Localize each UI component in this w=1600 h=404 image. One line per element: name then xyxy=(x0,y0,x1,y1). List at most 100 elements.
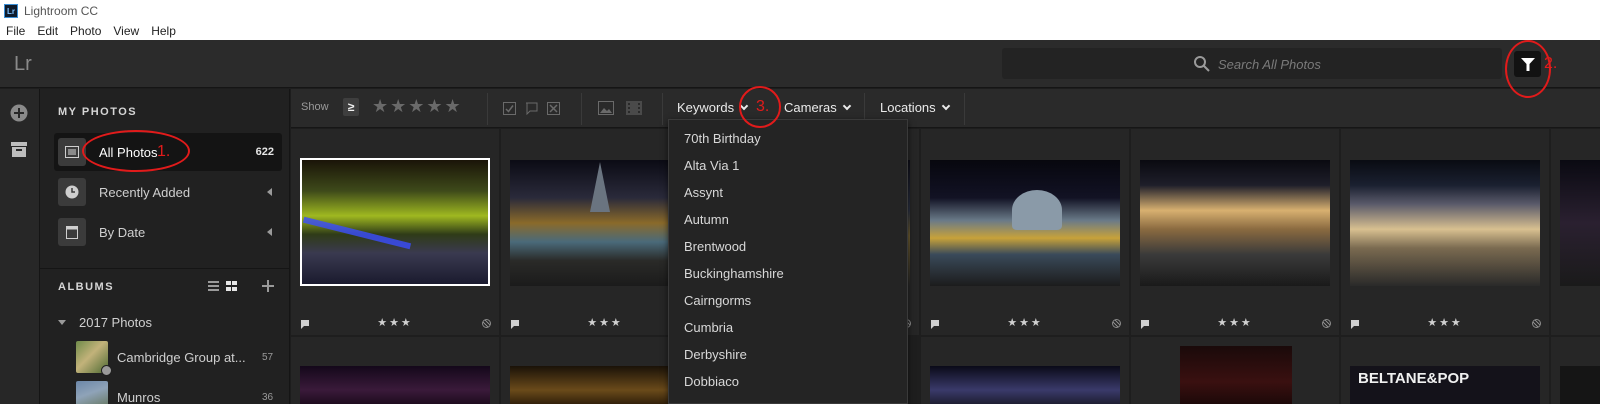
photo-cell[interactable] xyxy=(921,337,1129,404)
flag-picked-icon[interactable] xyxy=(503,102,516,115)
cameras-dropdown[interactable]: Cameras xyxy=(784,100,851,115)
album-count: 57 xyxy=(262,351,274,363)
photo-thumbnail[interactable] xyxy=(1350,160,1540,286)
lr-logo: Lr xyxy=(14,53,32,75)
keywords-menu: 70th Birthday Alta Via 1 Assynt Autumn B… xyxy=(668,119,908,404)
photo-rating[interactable]: ★★★ xyxy=(1341,316,1549,329)
left-rail xyxy=(0,89,40,404)
album-folder-label: 2017 Photos xyxy=(79,315,153,330)
rating-operator-button[interactable]: ≥ xyxy=(343,98,359,116)
photo-footer: ★★★ xyxy=(1131,313,1339,335)
photo-cell[interactable] xyxy=(1551,337,1600,404)
album-item-munros[interactable]: Munros 36 xyxy=(56,381,273,404)
flag-rejected-icon[interactable] xyxy=(547,102,560,115)
photo-footer: ★★★ xyxy=(921,313,1129,335)
sync-status-icon xyxy=(1532,319,1541,328)
photo-thumbnail[interactable] xyxy=(1560,160,1600,286)
filter-bar: Show ≥ ★★★★★ Keywords Cameras Locations xyxy=(291,89,1600,128)
album-thumbnail xyxy=(76,341,112,376)
window-title: Lightroom CC xyxy=(24,4,99,18)
expand-arrow-icon[interactable] xyxy=(267,228,272,236)
keyword-item[interactable]: Cairngorms xyxy=(684,293,751,308)
keyword-item[interactable]: Cumbria xyxy=(684,320,733,335)
my-photos-heading: MY PHOTOS xyxy=(58,106,138,118)
album-item-cambridge[interactable]: Cambridge Group at... 57 xyxy=(56,341,273,376)
annotation-label-3: 3. xyxy=(756,98,770,115)
annotation-ring-1 xyxy=(82,130,190,172)
photo-thumbnail[interactable] xyxy=(300,366,490,404)
keyword-item[interactable]: 70th Birthday xyxy=(684,131,761,146)
sidebar-item-label: Recently Added xyxy=(99,184,191,200)
photo-cell[interactable] xyxy=(291,337,499,404)
keywords-label: Keywords xyxy=(677,100,735,115)
photo-rating[interactable]: ★★★ xyxy=(1131,316,1339,329)
album-count: 36 xyxy=(262,391,274,403)
photo-cell[interactable] xyxy=(1551,129,1600,335)
cameras-label: Cameras xyxy=(784,100,837,115)
photo-cell[interactable]: ★★★ xyxy=(1341,129,1549,335)
photo-sign-text: BELTANE&POP xyxy=(1358,370,1470,387)
menu-view[interactable]: View xyxy=(113,24,139,38)
album-thumbnail xyxy=(76,381,108,404)
photo-thumbnail[interactable] xyxy=(930,366,1120,404)
keyword-item[interactable]: Brentwood xyxy=(684,239,746,254)
menu-photo[interactable]: Photo xyxy=(70,24,101,38)
photo-grid: ★★★ ★★★ ★★★ ★★★ ★★★ BELTANE&POP xyxy=(291,129,1600,404)
photo-thumbnail[interactable] xyxy=(1140,160,1330,286)
add-photos-icon[interactable] xyxy=(10,104,28,122)
grid-view-icon[interactable] xyxy=(226,281,237,291)
folder-caret-icon[interactable] xyxy=(58,320,66,325)
album-folder-2017[interactable]: 2017 Photos xyxy=(56,315,152,330)
video-type-icon[interactable] xyxy=(626,101,642,115)
sync-status-icon xyxy=(482,319,491,328)
show-label: Show xyxy=(301,101,329,113)
albums-heading: ALBUMS xyxy=(58,281,115,293)
flag-unflagged-icon[interactable] xyxy=(525,102,538,115)
divider xyxy=(581,93,582,125)
photo-thumbnail[interactable]: BELTANE&POP xyxy=(1350,366,1540,404)
menu-file[interactable]: File xyxy=(6,24,25,38)
rating-filter-stars[interactable]: ★★★★★ xyxy=(372,96,463,117)
lightroom-window: Lr Lightroom CC File Edit Photo View Hel… xyxy=(0,0,1600,404)
divider xyxy=(964,93,965,125)
keyword-item[interactable]: Alta Via 1 xyxy=(684,158,739,173)
keyword-item[interactable]: Buckinghamshire xyxy=(684,266,784,281)
photo-footer: ★★★ xyxy=(291,313,499,335)
calendar-icon xyxy=(58,218,86,246)
clock-icon xyxy=(58,178,86,206)
photo-cell[interactable] xyxy=(1131,337,1339,404)
photo-footer: ★★★ xyxy=(1341,313,1549,335)
locations-dropdown[interactable]: Locations xyxy=(880,100,950,115)
keyword-item[interactable]: Dobbiaco xyxy=(684,374,739,389)
photo-rating[interactable]: ★★★ xyxy=(291,316,499,329)
expand-arrow-icon[interactable] xyxy=(267,188,272,196)
keyword-item[interactable]: Autumn xyxy=(684,212,729,227)
sidebar-item-by-date[interactable]: By Date xyxy=(54,213,282,251)
menu-help[interactable]: Help xyxy=(151,24,176,38)
sidebar-item-label: By Date xyxy=(99,224,146,240)
chevron-down-icon xyxy=(842,101,851,110)
library-icon[interactable] xyxy=(11,142,27,157)
photo-thumbnail[interactable] xyxy=(1560,366,1600,404)
search-placeholder: Search All Photos xyxy=(1218,57,1321,72)
photo-thumbnail[interactable] xyxy=(1180,346,1292,404)
keyword-item[interactable]: Derbyshire xyxy=(684,347,747,362)
photo-cell[interactable]: ★★★ xyxy=(921,129,1129,335)
chevron-down-icon xyxy=(941,101,950,110)
sidebar-item-recently-added[interactable]: Recently Added xyxy=(54,173,282,211)
photo-type-icon[interactable] xyxy=(598,101,614,115)
list-view-icon[interactable] xyxy=(208,281,219,291)
lightroom-app-icon: Lr xyxy=(4,4,18,18)
photo-cell[interactable]: BELTANE&POP xyxy=(1341,337,1549,404)
keywords-dropdown[interactable]: Keywords xyxy=(677,100,749,115)
add-album-icon[interactable] xyxy=(262,280,274,292)
locations-label: Locations xyxy=(880,100,936,115)
section-divider xyxy=(40,268,290,269)
photo-thumbnail[interactable] xyxy=(930,160,1120,286)
photo-rating[interactable]: ★★★ xyxy=(921,316,1129,329)
keyword-item[interactable]: Assynt xyxy=(684,185,723,200)
menu-edit[interactable]: Edit xyxy=(37,24,58,38)
photo-cell[interactable]: ★★★ xyxy=(291,129,499,335)
photo-thumbnail[interactable] xyxy=(300,158,490,286)
photo-cell[interactable]: ★★★ xyxy=(1131,129,1339,335)
